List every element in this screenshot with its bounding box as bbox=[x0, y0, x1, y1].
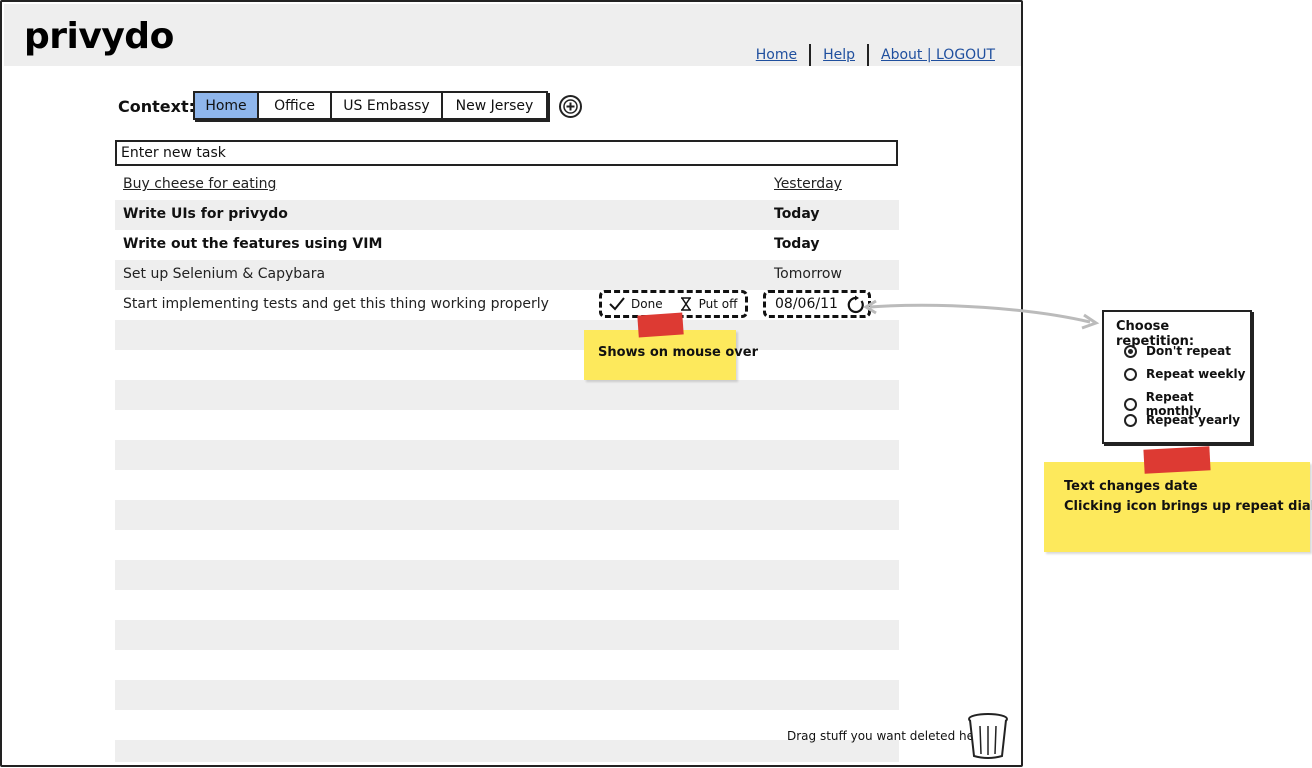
sticky-tape bbox=[637, 312, 684, 338]
task-due[interactable]: Tomorrow bbox=[774, 266, 842, 282]
done-label: Done bbox=[631, 297, 663, 311]
task-list: Buy cheese for eating Yesterday Write UI… bbox=[115, 170, 899, 762]
empty-row bbox=[115, 650, 899, 680]
task-due[interactable]: Today bbox=[774, 236, 819, 252]
sticky-note-text: Clicking icon brings up repeat dialog bbox=[1064, 499, 1312, 514]
sticky-tape bbox=[1143, 446, 1211, 474]
task-row[interactable]: Buy cheese for eating Yesterday bbox=[115, 170, 899, 200]
task-row[interactable]: Set up Selenium & Capybara Tomorrow bbox=[115, 260, 899, 290]
nav-about-logout-link[interactable]: About | LOGOUT bbox=[869, 47, 1007, 63]
sticky-note-date: Text changes date Clicking icon brings u… bbox=[1044, 462, 1312, 552]
empty-row bbox=[115, 680, 899, 710]
top-nav: Home Help About | LOGOUT bbox=[744, 44, 1007, 66]
repeat-dialog: Choose repetition: Don't repeat Repeat w… bbox=[1102, 310, 1252, 444]
put-off-button[interactable]: Put off bbox=[679, 297, 738, 311]
sticky-note-text: Text changes date bbox=[1064, 479, 1198, 494]
add-context-button[interactable] bbox=[559, 95, 582, 118]
context-tab-home[interactable]: Home bbox=[193, 91, 258, 120]
task-row[interactable]: Write UIs for privydo Today bbox=[115, 200, 899, 230]
empty-row bbox=[115, 710, 899, 740]
radio-unselected[interactable] bbox=[1124, 413, 1137, 427]
empty-row bbox=[115, 440, 899, 470]
nav-home-link[interactable]: Home bbox=[744, 47, 809, 63]
task-row-hovered[interactable]: Start implementing tests and get this th… bbox=[115, 290, 899, 320]
radio-selected[interactable] bbox=[1124, 344, 1137, 358]
nav-help-link[interactable]: Help bbox=[811, 47, 867, 63]
sticky-note-hover: Shows on mouse over bbox=[584, 330, 758, 380]
task-due[interactable]: Yesterday bbox=[774, 176, 842, 192]
empty-row bbox=[115, 500, 899, 530]
empty-row bbox=[115, 560, 899, 590]
empty-row bbox=[115, 410, 899, 440]
radio-unselected[interactable] bbox=[1124, 397, 1137, 411]
due-date-editor[interactable]: 08/06/11 bbox=[763, 290, 871, 318]
task-title[interactable]: Write out the features using VIM bbox=[123, 236, 382, 252]
context-tab-new-jersey[interactable]: New Jersey bbox=[442, 91, 548, 120]
context-label: Context: bbox=[118, 97, 195, 116]
repeat-option-label: Repeat yearly bbox=[1146, 413, 1241, 427]
repeat-option-yearly[interactable]: Repeat yearly bbox=[1124, 413, 1240, 427]
context-tab-us-embassy[interactable]: US Embassy bbox=[331, 91, 442, 120]
sticky-note-text: Shows on mouse over bbox=[598, 345, 758, 360]
empty-row bbox=[115, 470, 899, 500]
header-bar: privydo Home Help About | LOGOUT bbox=[4, 4, 1021, 66]
empty-row bbox=[115, 380, 899, 410]
empty-row bbox=[115, 530, 899, 560]
plus-circle-icon bbox=[563, 99, 578, 114]
task-title[interactable]: Set up Selenium & Capybara bbox=[123, 266, 325, 282]
task-title[interactable]: Buy cheese for eating bbox=[123, 176, 276, 192]
empty-row bbox=[115, 320, 899, 350]
context-tabs: Home Office US Embassy New Jersey bbox=[193, 91, 548, 120]
context-tab-office[interactable]: Office bbox=[258, 91, 331, 120]
app-logo: privydo bbox=[24, 16, 174, 57]
empty-row bbox=[115, 620, 899, 650]
empty-row bbox=[115, 350, 899, 380]
new-task-input[interactable] bbox=[115, 140, 898, 166]
hourglass-icon bbox=[680, 297, 691, 311]
task-row[interactable]: Write out the features using VIM Today bbox=[115, 230, 899, 260]
repeat-option-label: Repeat weekly bbox=[1146, 367, 1246, 381]
task-due[interactable]: Today bbox=[774, 206, 819, 222]
annotation-arrow bbox=[863, 299, 1100, 330]
task-title[interactable]: Start implementing tests and get this th… bbox=[123, 296, 549, 312]
repeat-option-weekly[interactable]: Repeat weekly bbox=[1124, 367, 1245, 381]
radio-unselected[interactable] bbox=[1124, 367, 1137, 381]
trash-label: Drag stuff you want deleted here bbox=[787, 729, 987, 743]
due-date-text[interactable]: 08/06/11 bbox=[775, 296, 838, 312]
checkmark-icon bbox=[609, 297, 625, 311]
task-title[interactable]: Write UIs for privydo bbox=[123, 206, 288, 222]
done-button[interactable]: Done bbox=[609, 297, 663, 311]
trash-can-icon[interactable] bbox=[966, 712, 1010, 760]
empty-row bbox=[115, 590, 899, 620]
repeat-option-none[interactable]: Don't repeat bbox=[1124, 344, 1231, 358]
repeat-option-label: Don't repeat bbox=[1146, 344, 1231, 358]
empty-row bbox=[115, 740, 899, 762]
put-off-label: Put off bbox=[698, 297, 738, 311]
